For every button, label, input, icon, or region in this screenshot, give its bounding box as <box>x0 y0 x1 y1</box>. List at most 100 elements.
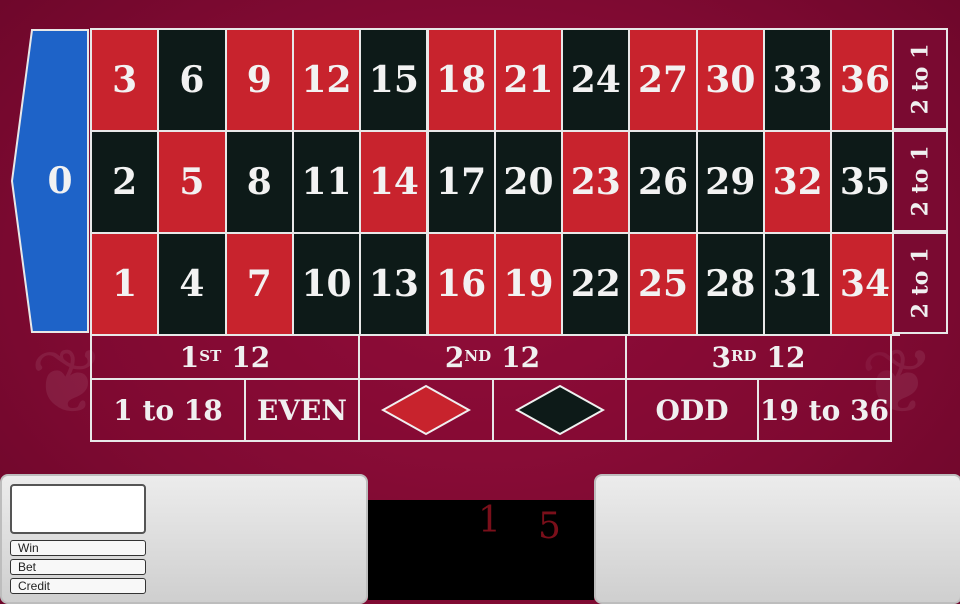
number-label: 8 <box>246 161 272 203</box>
number-36-cell[interactable]: 36 <box>830 28 900 132</box>
number-25-cell[interactable]: 25 <box>628 232 698 336</box>
number-label: 17 <box>436 161 487 203</box>
number-26-cell[interactable]: 26 <box>628 130 698 234</box>
number-20-cell[interactable]: 20 <box>493 130 564 234</box>
number-label: 20 <box>503 161 554 203</box>
number-31-cell[interactable]: 31 <box>763 232 833 336</box>
column-bet-middle[interactable]: 2 to 1 <box>892 130 948 232</box>
number-34-cell[interactable]: 34 <box>830 232 900 336</box>
number-label: 10 <box>301 263 352 305</box>
odd-bet-label: ODD <box>655 393 729 427</box>
number-6-cell[interactable]: 6 <box>157 28 227 132</box>
number-label: 11 <box>301 161 352 203</box>
black-diamond-icon <box>514 384 605 436</box>
number-label: 21 <box>503 59 554 101</box>
number-label: 7 <box>246 263 272 305</box>
number-15-cell[interactable]: 15 <box>359 28 429 132</box>
zero-label: 0 <box>47 160 73 202</box>
number-label: 22 <box>570 263 621 305</box>
number-11-cell[interactable]: 11 <box>291 130 362 234</box>
number-19-cell[interactable]: 19 <box>493 232 564 336</box>
number-12-cell[interactable]: 12 <box>291 28 362 132</box>
dozen-suffix: ND <box>464 346 492 365</box>
high-bet-button[interactable]: 19 to 36 <box>757 378 892 442</box>
number-label: 31 <box>772 263 823 305</box>
result-display <box>10 484 146 534</box>
dozen-ordinal: 3 <box>711 340 732 374</box>
number-9-cell[interactable]: 9 <box>224 28 294 132</box>
number-label: 19 <box>503 263 554 305</box>
number-1-cell[interactable]: 1 <box>90 232 160 336</box>
number-label: 15 <box>368 59 419 101</box>
credit-label: Credit <box>18 579 51 593</box>
number-label: 16 <box>436 263 487 305</box>
player-info-panel: Win Bet Credit <box>0 474 368 604</box>
ticker-digit: 1 <box>478 500 501 541</box>
dozen-bet-third[interactable]: 3 RD 12 <box>625 334 892 380</box>
column-bet-label: 2 to 1 <box>907 247 933 319</box>
number-30-cell[interactable]: 30 <box>695 28 765 132</box>
number-10-cell[interactable]: 10 <box>291 232 362 336</box>
number-label: 18 <box>436 59 487 101</box>
number-27-cell[interactable]: 27 <box>628 28 698 132</box>
number-label: 36 <box>839 59 890 101</box>
number-label: 14 <box>368 161 419 203</box>
column-bet-top[interactable]: 2 to 1 <box>892 28 948 130</box>
number-16-cell[interactable]: 16 <box>426 232 496 336</box>
dozen-ordinal: 1 <box>179 340 200 374</box>
number-5-cell[interactable]: 5 <box>157 130 227 234</box>
number-28-cell[interactable]: 28 <box>695 232 765 336</box>
number-23-cell[interactable]: 23 <box>561 130 631 234</box>
low-bet-label: 1 to 18 <box>113 393 223 427</box>
high-bet-label: 19 to 36 <box>759 393 890 427</box>
number-label: 35 <box>839 161 890 203</box>
number-label: 25 <box>637 263 689 305</box>
column-bet-bottom[interactable]: 2 to 1 <box>892 232 948 334</box>
even-bet-label: EVEN <box>256 393 347 427</box>
number-label: 13 <box>368 263 419 305</box>
number-label: 2 <box>112 161 138 203</box>
number-4-cell[interactable]: 4 <box>157 232 227 336</box>
number-label: 27 <box>637 59 689 101</box>
number-32-cell[interactable]: 32 <box>763 130 833 234</box>
number-7-cell[interactable]: 7 <box>224 232 294 336</box>
number-17-cell[interactable]: 17 <box>426 130 496 234</box>
win-readout: Win <box>10 540 146 556</box>
credit-readout: Credit <box>10 578 146 594</box>
dozen-number: 12 <box>766 340 806 374</box>
number-label: 34 <box>839 263 890 305</box>
odd-bet-button[interactable]: ODD <box>625 378 759 442</box>
number-label: 1 <box>112 263 138 305</box>
controls-panel <box>594 474 960 604</box>
number-13-cell[interactable]: 13 <box>359 232 429 336</box>
number-22-cell[interactable]: 22 <box>561 232 631 336</box>
number-label: 24 <box>570 59 621 101</box>
number-35-cell[interactable]: 35 <box>830 130 900 234</box>
even-bet-button[interactable]: EVEN <box>244 378 360 442</box>
bet-label: Bet <box>18 560 37 574</box>
number-29-cell[interactable]: 29 <box>695 130 765 234</box>
low-bet-button[interactable]: 1 to 18 <box>90 378 246 442</box>
dozen-suffix: RD <box>731 346 757 365</box>
number-3-cell[interactable]: 3 <box>90 28 160 132</box>
number-label: 23 <box>570 161 621 203</box>
number-label: 30 <box>705 59 756 101</box>
dozen-bet-second[interactable]: 2 ND 12 <box>358 334 627 380</box>
number-14-cell[interactable]: 14 <box>359 130 429 234</box>
number-2-cell[interactable]: 2 <box>90 130 160 234</box>
dozen-ordinal: 2 <box>444 340 465 374</box>
number-label: 26 <box>637 161 689 203</box>
bet-readout: Bet <box>10 559 146 575</box>
number-8-cell[interactable]: 8 <box>224 130 294 234</box>
dozen-bet-first[interactable]: 1 ST 12 <box>90 334 360 380</box>
number-label: 32 <box>772 161 823 203</box>
number-21-cell[interactable]: 21 <box>493 28 564 132</box>
number-33-cell[interactable]: 33 <box>763 28 833 132</box>
number-18-cell[interactable]: 18 <box>426 28 496 132</box>
black-bet-button[interactable] <box>492 378 627 442</box>
number-24-cell[interactable]: 24 <box>561 28 631 132</box>
red-bet-button[interactable] <box>358 378 494 442</box>
dozen-number: 12 <box>231 340 271 374</box>
red-diamond-icon <box>381 384 471 436</box>
zero-pocket[interactable]: 0 <box>10 28 90 334</box>
